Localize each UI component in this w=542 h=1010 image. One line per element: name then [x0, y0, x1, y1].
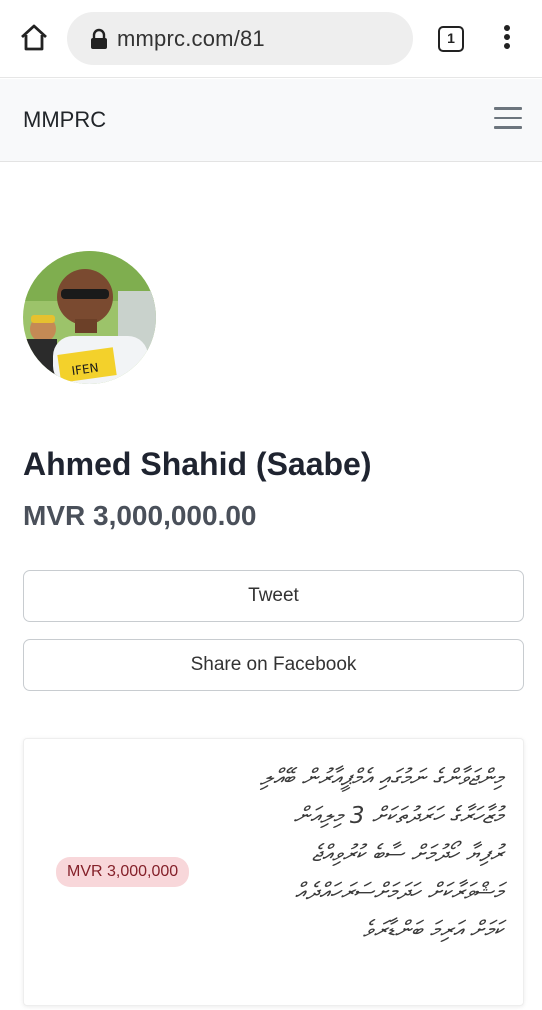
site-navbar: MMPRC — [0, 79, 542, 162]
amount-value: MVR 3,000,000.00 — [23, 500, 257, 531]
tweet-button[interactable]: Tweet — [23, 570, 524, 622]
description-line: މިންޖަވާންގެ ނަމުގައި އެމްޕީއާރުން ބޭއްލ… — [259, 765, 503, 791]
description-line: ކަމަށް އަރިމަ ބަންޑާރަވެ — [362, 917, 503, 943]
card-description: މިންޖަވާންގެ ނަމުގައި އެމްޕީއާރުން ބޭއްލ… — [203, 759, 503, 949]
more-vert-icon[interactable] — [500, 25, 514, 53]
url-text: mmprc.com/81 — [117, 26, 265, 51]
browser-toolbar: mmprc.com/81 1 — [0, 0, 542, 78]
info-card: MVR 3,000,000 މިންޖަވާންގެ ނަމުގައި އެމް… — [23, 738, 524, 1006]
address-bar[interactable]: mmprc.com/81 — [67, 12, 413, 65]
share-facebook-button[interactable]: Share on Facebook — [23, 639, 524, 691]
description-line: މުޒާހަރާގެ ހަރަދުތަކަށް 3 މިލިއަން — [293, 803, 503, 829]
description-line: މަޝްވަރާކަށް ހަދަމަށްސަރަހައްދެއް — [294, 879, 503, 905]
brand-logo[interactable]: MMPRC — [23, 107, 106, 133]
home-icon[interactable] — [18, 22, 50, 54]
hamburger-icon[interactable] — [494, 107, 522, 131]
description-line: ރުފިޔާ ހޯދުމަށް ސާބެ ކުރުވިއްޖެ — [311, 841, 503, 867]
avatar: IFEN — [23, 251, 156, 384]
page-title: Ahmed Shahid (Saabe) — [23, 446, 372, 482]
amount-badge: MVR 3,000,000 — [56, 857, 190, 887]
tabs-icon[interactable]: 1 — [438, 26, 464, 52]
lock-icon — [89, 28, 109, 50]
